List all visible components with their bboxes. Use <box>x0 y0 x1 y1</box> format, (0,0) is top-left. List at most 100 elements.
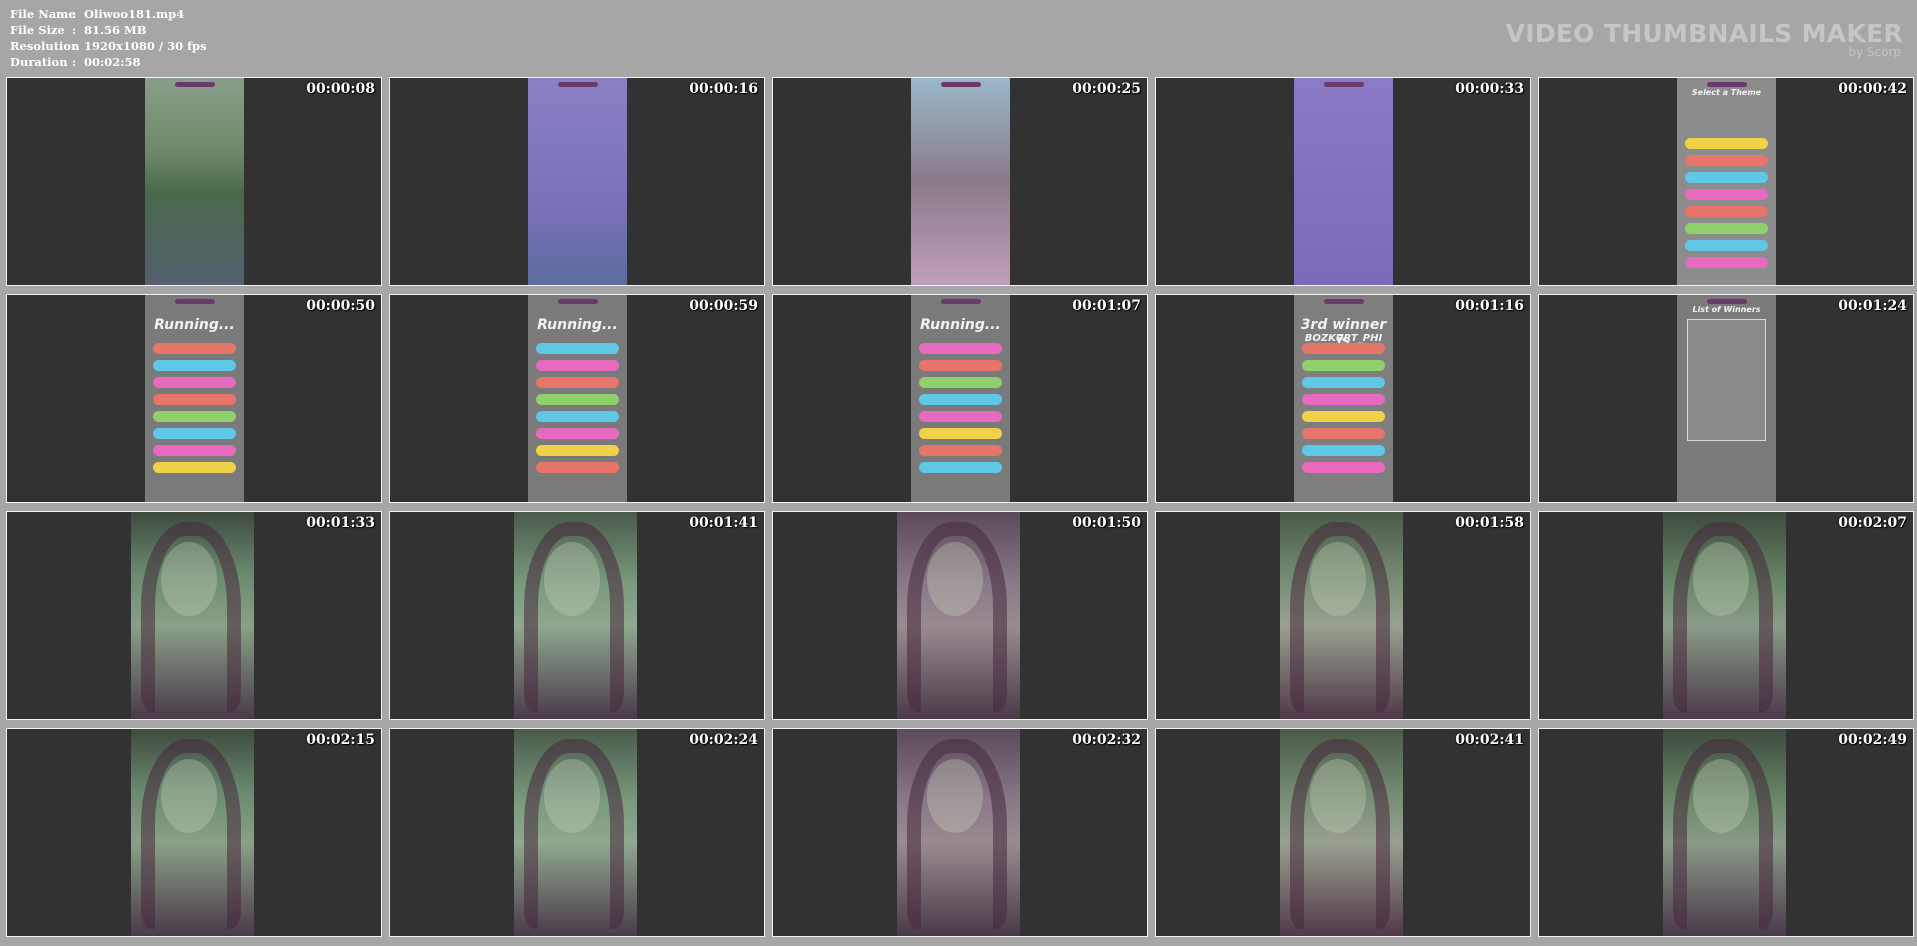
hair-shape <box>907 739 1007 929</box>
timestamp-label: 00:00:16 <box>689 81 758 97</box>
name-wheel-slice <box>919 394 1002 405</box>
video-frame-phone-screen: 3rd winner is BOZKURT_PHI <box>1294 295 1393 502</box>
name-wheel-slice <box>536 411 619 422</box>
phone-notch <box>1707 299 1747 304</box>
name-wheel-slice <box>1685 138 1768 149</box>
video-frame-face <box>131 512 254 719</box>
name-wheel-slice <box>536 360 619 371</box>
info-separator: : <box>72 23 77 37</box>
info-label: File Size <box>10 23 65 37</box>
phone-notch <box>1324 82 1364 87</box>
video-frame-phone-screen: List of Winners <box>1677 295 1776 502</box>
name-wheel-slice <box>1685 189 1768 200</box>
timestamp-label: 00:02:24 <box>689 732 758 748</box>
thumbnail-cell[interactable]: 00:02:15 <box>6 728 382 937</box>
timestamp-label: 00:01:58 <box>1455 515 1524 531</box>
name-wheel-slice <box>919 360 1002 371</box>
thumbnail-cell[interactable]: 00:02:49 <box>1538 728 1914 937</box>
screen-caption: Running... <box>154 317 235 333</box>
video-frame-face <box>1280 512 1403 719</box>
video-frame-phone-screen <box>1294 78 1393 285</box>
phone-notch <box>558 82 598 87</box>
thumbnail-cell[interactable]: 00:01:58 <box>1155 511 1531 720</box>
thumbnail-cell[interactable]: 00:01:33 <box>6 511 382 720</box>
name-wheel-slice <box>1302 445 1385 456</box>
phone-notch <box>558 299 598 304</box>
thumbnail-cell[interactable]: 00:02:32 <box>772 728 1148 937</box>
thumbnail-cell[interactable]: Running... 00:00:59 <box>389 294 765 503</box>
phone-notch <box>175 299 215 304</box>
video-frame-phone-screen: Running... <box>911 295 1010 502</box>
info-value: 00:02:58 <box>84 55 141 69</box>
hair-shape <box>1673 739 1773 929</box>
video-frame-phone-screen: Running... <box>528 295 627 502</box>
screen-caption: List of Winners <box>1692 305 1761 314</box>
info-value: 81.56 MB <box>84 23 147 37</box>
thumbnail-cell[interactable]: 00:02:41 <box>1155 728 1531 937</box>
hair-shape <box>907 522 1007 712</box>
timestamp-label: 00:00:59 <box>689 298 758 314</box>
thumbnail-cell[interactable]: 00:01:50 <box>772 511 1148 720</box>
thumbnail-cell[interactable]: 00:02:24 <box>389 728 765 937</box>
timestamp-label: 00:00:33 <box>1455 81 1524 97</box>
name-wheel-slice <box>919 462 1002 473</box>
video-frame-face <box>1280 729 1403 936</box>
info-separator: : <box>72 55 77 69</box>
info-row-duration: Duration:00:02:58 <box>10 54 207 70</box>
thumbnail-cell[interactable]: List of Winners 00:01:24 <box>1538 294 1914 503</box>
info-row-resolution: Resolution:1920x1080 / 30 fps <box>10 38 207 54</box>
video-frame-phone-screen <box>911 78 1010 285</box>
thumbnail-cell[interactable]: 00:01:41 <box>389 511 765 720</box>
name-wheel-slice <box>1302 394 1385 405</box>
file-info-panel: File Name: Oliwoo181.mp4 File Size:81.56 … <box>10 6 207 70</box>
hair-shape <box>141 739 241 929</box>
name-wheel-slice <box>919 445 1002 456</box>
name-wheel-slice <box>1302 428 1385 439</box>
thumbnail-cell[interactable]: 00:00:16 <box>389 77 765 286</box>
info-value: Oliwoo181.mp4 <box>84 7 185 21</box>
timestamp-label: 00:01:24 <box>1838 298 1907 314</box>
video-frame-face <box>131 729 254 936</box>
name-wheel-slice <box>536 343 619 354</box>
name-wheel-slice <box>1302 462 1385 473</box>
screen-caption: Running... <box>920 317 1001 333</box>
name-wheel-slice <box>153 462 236 473</box>
thumbnail-cell[interactable]: Running... 00:00:50 <box>6 294 382 503</box>
hair-shape <box>1290 739 1390 929</box>
info-separator: : <box>72 39 77 53</box>
video-frame-phone-screen <box>145 78 244 285</box>
hair-shape <box>1673 522 1773 712</box>
thumbnail-cell[interactable]: 3rd winner is BOZKURT_PHI 00:01:16 <box>1155 294 1531 503</box>
watermark-logo: VIDEO THUMBNAILS MAKER by Scorp <box>1506 20 1903 59</box>
video-frame-face <box>1663 512 1786 719</box>
thumbnail-cell[interactable]: Select a Theme 00:00:42 <box>1538 77 1914 286</box>
info-row-file-name: File Name: Oliwoo181.mp4 <box>10 6 207 22</box>
thumbnail-cell[interactable]: 00:00:25 <box>772 77 1148 286</box>
name-wheel-slice <box>1685 206 1768 217</box>
name-wheel-slice <box>1302 377 1385 388</box>
name-wheel-slice <box>1685 240 1768 251</box>
name-wheel-slice <box>536 394 619 405</box>
thumbnail-cell[interactable]: Running... 00:01:07 <box>772 294 1148 503</box>
video-frame-face <box>514 512 637 719</box>
timestamp-label: 00:01:41 <box>689 515 758 531</box>
name-wheel-slice <box>1685 155 1768 166</box>
phone-notch <box>941 299 981 304</box>
timestamp-label: 00:02:49 <box>1838 732 1907 748</box>
thumbnail-cell[interactable]: 00:00:33 <box>1155 77 1531 286</box>
info-label: File Name <box>10 7 76 21</box>
hair-shape <box>141 522 241 712</box>
video-frame-face <box>514 729 637 936</box>
name-wheel-slice <box>153 343 236 354</box>
info-value: 1920x1080 / 30 fps <box>84 39 207 53</box>
name-wheel-slice <box>153 377 236 388</box>
video-frame-phone-screen: Select a Theme <box>1677 78 1776 285</box>
thumbnail-cell[interactable]: 00:00:08 <box>6 77 382 286</box>
thumbnail-cell[interactable]: 00:02:07 <box>1538 511 1914 720</box>
winners-list-panel <box>1687 319 1766 441</box>
info-label: Duration <box>10 55 68 69</box>
video-frame-face <box>897 729 1020 936</box>
name-wheel-slice <box>153 411 236 422</box>
timestamp-label: 00:01:07 <box>1072 298 1141 314</box>
info-label: Resolution <box>10 39 80 53</box>
